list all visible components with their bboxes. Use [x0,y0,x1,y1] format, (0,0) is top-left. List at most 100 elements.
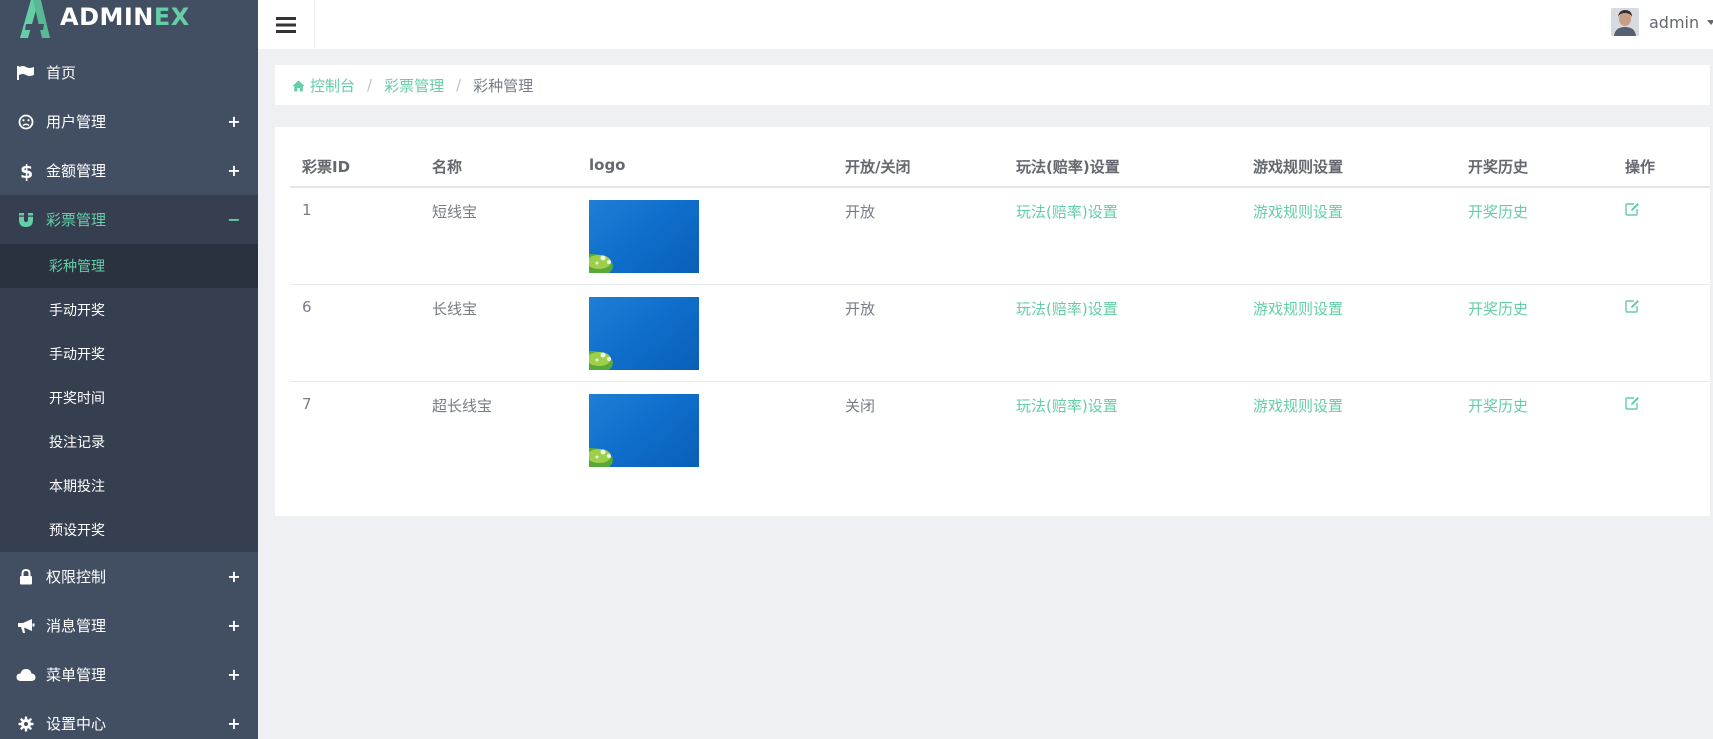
cell-status: 关闭 [845,397,876,415]
user-menu[interactable]: admin [1611,7,1713,37]
sidebar-item-label: 菜单管理 [46,666,107,684]
column-header-name: 名称 [432,158,463,176]
sidebar-item-label: 消息管理 [46,617,107,635]
lottery-table-panel: 彩票ID 名称 logo 开放/关闭 玩法(赔率)设置 游戏规则设置 开奖历史 … [275,127,1710,516]
breadcrumb-home-label: 控制台 [310,76,356,95]
brand-logo[interactable]: ADMINEX [0,0,258,40]
expand-icon: + [227,714,241,733]
top-header: admin [258,0,1713,49]
sidebar-item-label: 金额管理 [46,162,107,180]
cell-status: 开放 [845,300,876,318]
sidebar-item-label: 用户管理 [46,113,107,131]
sidebar-subitem-draw-time[interactable]: 开奖时间 [0,376,258,420]
cell-id: 6 [302,298,312,316]
dollar-icon: $ [16,161,36,181]
brand-name-main: ADMIN [60,3,154,31]
chevron-down-icon [1707,19,1713,25]
sidebar-item-label: 设置中心 [46,715,107,733]
sidebar-item-label: 权限控制 [46,568,107,586]
game-rules-link[interactable]: 游戏规则设置 [1253,395,1343,416]
column-header-actions: 操作 [1625,158,1656,176]
sidebar-item-permissions[interactable]: 权限控制 + [0,552,258,601]
cell-id: 7 [302,395,312,413]
column-header-rules: 游戏规则设置 [1253,158,1344,176]
column-header-history: 开奖历史 [1468,158,1529,176]
sidebar-subitem-manual-draw-2[interactable]: 手动开奖 [0,332,258,376]
avatar [1611,8,1639,36]
cell-id: 1 [302,201,312,219]
flag-icon [16,63,36,83]
sidebar-nav: 首页 用户管理 + $ 金额管理 + 彩票管理 − [0,48,258,244]
lottery-logo-image [589,394,699,467]
collapse-icon: − [227,210,241,229]
cloud-icon [16,665,36,685]
edit-icon[interactable] [1625,396,1640,410]
menu-toggle-button[interactable] [258,0,315,49]
home-icon [292,80,305,91]
svg-text:$: $ [20,161,32,181]
sidebar-subnav-lottery: 彩种管理 手动开奖 手动开奖 开奖时间 投注记录 本期投注 预设开奖 [0,244,258,552]
breadcrumb-separator: / [456,76,462,94]
game-rules-link[interactable]: 游戏规则设置 [1253,298,1343,319]
breadcrumb-current: 彩种管理 [473,76,534,95]
column-header-odds: 玩法(赔率)设置 [1016,158,1120,176]
frown-icon [16,112,36,132]
draw-history-link[interactable]: 开奖历史 [1468,298,1528,319]
edit-icon[interactable] [1625,202,1640,216]
sidebar-item-money[interactable]: $ 金额管理 + [0,146,258,195]
table-row: 1 短线宝 开放 玩法(赔率)设置 游戏规则设置 开奖历史 [290,188,1710,285]
sidebar-item-users[interactable]: 用户管理 + [0,97,258,146]
brand-name: ADMINEX [60,3,190,31]
table-row: 6 长线宝 开放 玩法(赔率)设置 游戏规则设置 开奖历史 [290,285,1710,382]
sidebar: ADMINEX 首页 用户管理 + $ 金额管理 + 彩票管理 − 彩种管理 手… [0,0,258,739]
lock-icon [16,567,36,587]
magnet-icon [16,210,36,230]
expand-icon: + [227,616,241,635]
gear-icon [16,714,36,734]
edit-icon[interactable] [1625,299,1640,313]
expand-icon: + [227,665,241,684]
lottery-logo-image [589,297,699,370]
breadcrumb-separator: / [367,76,373,94]
breadcrumb-home[interactable]: 控制台 [292,75,355,96]
logo-mark-icon [20,0,50,38]
sidebar-item-label: 彩票管理 [46,211,107,229]
expand-icon: + [227,567,241,586]
draw-history-link[interactable]: 开奖历史 [1468,395,1528,416]
sidebar-subitem-manual-draw[interactable]: 手动开奖 [0,288,258,332]
breadcrumb: 控制台 / 彩票管理 / 彩种管理 [275,65,1710,105]
sidebar-item-messages[interactable]: 消息管理 + [0,601,258,650]
sidebar-item-lottery[interactable]: 彩票管理 − [0,195,258,244]
odds-settings-link[interactable]: 玩法(赔率)设置 [1016,298,1118,319]
draw-history-link[interactable]: 开奖历史 [1468,201,1528,222]
table-row: 7 超长线宝 关闭 玩法(赔率)设置 游戏规则设置 开奖历史 [290,382,1710,479]
game-rules-link[interactable]: 游戏规则设置 [1253,201,1343,222]
table-header-row: 彩票ID 名称 logo 开放/关闭 玩法(赔率)设置 游戏规则设置 开奖历史 … [290,141,1710,188]
odds-settings-link[interactable]: 玩法(赔率)设置 [1016,395,1118,416]
sidebar-item-menus[interactable]: 菜单管理 + [0,650,258,699]
odds-settings-link[interactable]: 玩法(赔率)设置 [1016,201,1118,222]
sidebar-item-settings[interactable]: 设置中心 + [0,699,258,739]
sidebar-nav-lower: 权限控制 + 消息管理 + 菜单管理 + 设置中心 + [0,552,258,739]
expand-icon: + [227,161,241,180]
sidebar-subitem-bet-records[interactable]: 投注记录 [0,420,258,464]
lottery-logo-image [589,200,699,273]
sidebar-subitem-lottery-types[interactable]: 彩种管理 [0,244,258,288]
sidebar-subitem-preset-draw[interactable]: 预设开奖 [0,508,258,552]
bars-icon [276,16,296,33]
bullhorn-icon [16,616,36,636]
sidebar-item-home[interactable]: 首页 [0,48,258,97]
cell-name: 超长线宝 [432,397,493,415]
column-header-status: 开放/关闭 [845,158,911,176]
lottery-table: 彩票ID 名称 logo 开放/关闭 玩法(赔率)设置 游戏规则设置 开奖历史 … [290,141,1710,467]
sidebar-subitem-current-bets[interactable]: 本期投注 [0,464,258,508]
column-header-id: 彩票ID [302,158,351,176]
brand-name-accent: EX [153,3,190,31]
expand-icon: + [227,112,241,131]
breadcrumb-section[interactable]: 彩票管理 [384,75,444,96]
sidebar-item-label: 首页 [46,64,77,82]
user-name: admin [1649,12,1700,32]
cell-name: 短线宝 [432,203,478,221]
cell-name: 长线宝 [432,300,478,318]
column-header-logo: logo [589,156,626,174]
